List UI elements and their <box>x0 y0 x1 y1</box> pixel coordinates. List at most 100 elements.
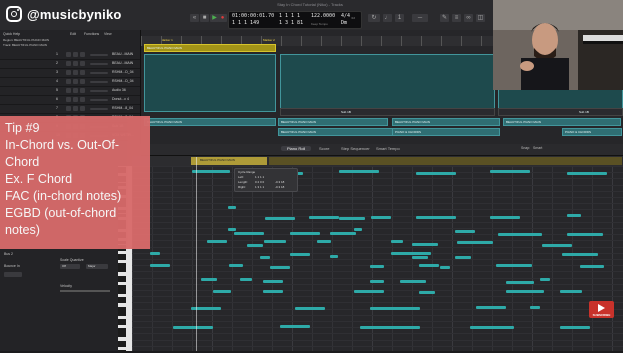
marker-1[interactable]: Marker 1 <box>161 38 173 42</box>
scale-off-select[interactable]: Off <box>60 264 80 269</box>
volume-fader[interactable] <box>90 63 108 65</box>
midi-note[interactable] <box>476 306 506 309</box>
midi-note[interactable] <box>240 278 252 281</box>
arrange-region[interactable]: BEAUTIFUL PIANO MAIN <box>144 118 276 126</box>
midi-note[interactable] <box>173 326 213 329</box>
midi-note[interactable] <box>580 265 604 268</box>
black-key[interactable] <box>118 278 126 282</box>
midi-note[interactable] <box>371 216 391 219</box>
midi-note[interactable] <box>391 240 403 243</box>
arrange-region[interactable] <box>144 54 276 112</box>
midi-note[interactable] <box>370 307 420 310</box>
midi-note[interactable] <box>562 253 598 256</box>
midi-note[interactable] <box>490 170 530 173</box>
midi-note[interactable] <box>207 240 227 243</box>
arrange-region[interactable]: Sub 1B <box>280 108 495 116</box>
midi-note[interactable] <box>295 307 325 310</box>
midi-note[interactable] <box>228 228 236 231</box>
black-key[interactable] <box>118 349 126 353</box>
browser-icon[interactable]: ◫ <box>476 14 485 22</box>
midi-note[interactable] <box>264 240 286 243</box>
midi-note[interactable] <box>339 170 379 173</box>
midi-note[interactable] <box>280 325 310 328</box>
record-button[interactable]: ● <box>218 14 227 22</box>
volume-fader[interactable] <box>90 81 108 83</box>
midi-note[interactable] <box>330 255 338 258</box>
black-key[interactable] <box>118 322 126 325</box>
midi-note[interactable] <box>370 265 384 268</box>
edit-menu[interactable]: Edit <box>70 32 76 36</box>
midi-note[interactable] <box>542 244 572 247</box>
midi-note[interactable] <box>506 290 544 293</box>
editor-icon[interactable]: ✎ <box>440 14 449 22</box>
volume-fader[interactable] <box>90 108 108 110</box>
midi-note[interactable] <box>228 206 236 209</box>
black-key[interactable] <box>118 312 126 316</box>
midi-note[interactable] <box>263 290 283 293</box>
record-enable-button[interactable] <box>80 61 85 66</box>
black-key[interactable] <box>118 300 126 304</box>
tab-piano-roll[interactable]: Piano Roll <box>281 146 312 151</box>
midi-note[interactable] <box>339 217 365 220</box>
scale-major-select[interactable]: Major <box>86 264 108 269</box>
bounce-button[interactable] <box>4 272 22 277</box>
solo-button[interactable] <box>73 70 78 75</box>
record-enable-button[interactable] <box>80 97 85 102</box>
record-enable-button[interactable] <box>80 52 85 57</box>
tab-step-sequencer[interactable]: Step Sequencer <box>341 146 370 151</box>
tab-score[interactable]: Score <box>319 146 329 151</box>
velocity-slider[interactable] <box>60 290 110 292</box>
midi-note[interactable] <box>540 278 550 281</box>
midi-note[interactable] <box>229 264 243 267</box>
midi-note[interactable] <box>391 252 431 255</box>
mute-button[interactable] <box>66 88 71 93</box>
master-volume-slider[interactable]: ─ <box>412 14 428 22</box>
mute-button[interactable] <box>66 106 71 111</box>
list-icon[interactable]: ≡ <box>452 14 461 22</box>
black-key[interactable] <box>118 291 126 294</box>
midi-note[interactable] <box>419 291 435 294</box>
solo-button[interactable] <box>73 88 78 93</box>
volume-fader[interactable] <box>90 54 108 56</box>
arrange-region[interactable]: BEAUTIFUL PIANO MAIN <box>144 44 276 52</box>
arrange-region[interactable]: Sub 1B <box>498 108 623 116</box>
record-enable-button[interactable] <box>80 88 85 93</box>
midi-note[interactable] <box>270 266 290 269</box>
cycle-button[interactable]: ↻ <box>368 14 380 22</box>
midi-note[interactable] <box>201 278 217 281</box>
arrange-region[interactable]: PIANO & CHORDS <box>562 128 622 136</box>
lcd-display[interactable]: 01:00:00:01.70 1 1 1 149 1 1 1 1 1 3 1 8… <box>228 11 362 29</box>
record-enable-button[interactable] <box>80 106 85 111</box>
midi-note[interactable] <box>560 290 582 293</box>
solo-button[interactable] <box>73 52 78 57</box>
piano-roll-grid[interactable] <box>132 166 623 351</box>
midi-note[interactable] <box>309 216 339 219</box>
mute-button[interactable] <box>66 61 71 66</box>
midi-note[interactable] <box>150 264 170 267</box>
midi-note[interactable] <box>400 280 426 283</box>
midi-note[interactable] <box>470 326 514 329</box>
functions-menu[interactable]: Functions <box>84 32 99 36</box>
black-key[interactable] <box>118 334 126 338</box>
mute-button[interactable] <box>66 79 71 84</box>
record-enable-button[interactable] <box>80 79 85 84</box>
metronome-button[interactable]: ♩ <box>383 14 392 22</box>
midi-note[interactable] <box>412 243 438 246</box>
midi-note[interactable] <box>496 264 532 267</box>
midi-note[interactable] <box>498 233 542 236</box>
solo-button[interactable] <box>73 97 78 102</box>
midi-note[interactable] <box>560 326 590 329</box>
midi-note[interactable] <box>440 266 450 269</box>
volume-fader[interactable] <box>90 90 108 92</box>
midi-note[interactable] <box>354 228 362 231</box>
midi-note[interactable] <box>567 233 603 236</box>
arrange-region[interactable]: BEAUTIFUL PIANO MAIN <box>278 118 388 126</box>
mute-button[interactable] <box>66 70 71 75</box>
count-in-button[interactable]: 1 <box>395 14 404 22</box>
solo-button[interactable] <box>73 61 78 66</box>
midi-note[interactable] <box>567 172 607 175</box>
black-key[interactable] <box>118 343 126 347</box>
midi-note[interactable] <box>150 252 160 255</box>
midi-note[interactable] <box>412 256 428 259</box>
region-bar[interactable] <box>269 157 622 165</box>
